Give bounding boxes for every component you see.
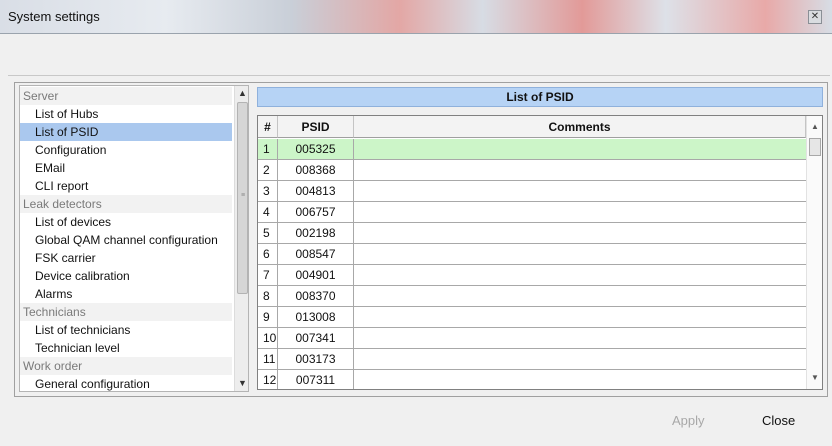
psid-cell[interactable]: 004901 (278, 265, 354, 286)
comment-cell[interactable] (354, 370, 806, 389)
row-number[interactable]: 6 (258, 244, 278, 265)
scroll-thumb[interactable]: ≡ (237, 102, 248, 294)
grid-title: List of PSID (257, 87, 823, 107)
comment-cell[interactable] (354, 286, 806, 307)
comment-cell[interactable] (354, 202, 806, 223)
grid-scrollbar[interactable]: ▲ ▼ (806, 116, 822, 389)
tree-item[interactable]: List of devices (20, 213, 232, 231)
tree-item[interactable]: Technician level (20, 339, 232, 357)
tree-item[interactable]: List of Hubs (20, 105, 232, 123)
row-number[interactable]: 7 (258, 265, 278, 286)
row-number[interactable]: 9 (258, 307, 278, 328)
row-number[interactable]: 2 (258, 160, 278, 181)
tree-item[interactable]: EMail (20, 159, 232, 177)
row-number[interactable]: 1 (258, 139, 278, 160)
row-number[interactable]: 3 (258, 181, 278, 202)
apply-button[interactable]: Apply (672, 413, 705, 428)
tree-item[interactable]: Global QAM channel configuration (20, 231, 232, 249)
row-number[interactable]: 5 (258, 223, 278, 244)
row-number[interactable]: 10 (258, 328, 278, 349)
scroll-down-icon[interactable]: ▼ (235, 376, 248, 391)
settings-tree: Server List of Hubs List of PSID Configurat… (19, 85, 249, 392)
tree-item[interactable]: CLI report (20, 177, 232, 195)
psid-panel: List of PSID # PSID Comments 1 005325 2 00836… (255, 85, 827, 392)
scroll-up-icon[interactable]: ▲ (807, 120, 822, 134)
system-settings-window: System settings ✕ Server List of Hubs List… (0, 0, 832, 446)
comment-cell[interactable] (354, 265, 806, 286)
tree-item[interactable]: Alarms (20, 285, 232, 303)
tree-item[interactable]: General configuration (20, 375, 232, 391)
comment-cell[interactable] (354, 139, 806, 160)
grip-icon: ≡ (241, 192, 246, 199)
psid-cell[interactable]: 008370 (278, 286, 354, 307)
close-button[interactable]: Close (762, 413, 795, 428)
tree-scrollbar[interactable]: ▲ ≡ ▼ (234, 86, 248, 391)
toolbar-area (8, 34, 830, 76)
psid-cell[interactable]: 002198 (278, 223, 354, 244)
column-header[interactable]: # (258, 116, 278, 138)
window-title: System settings (8, 9, 100, 24)
tree-group-header: Leak detectors (20, 195, 232, 213)
comment-cell[interactable] (354, 181, 806, 202)
psid-cell[interactable]: 008547 (278, 244, 354, 265)
scroll-thumb[interactable] (809, 138, 821, 156)
comment-cell[interactable] (354, 160, 806, 181)
tree-group-header: Work order (20, 357, 232, 375)
psid-cell[interactable]: 013008 (278, 307, 354, 328)
title-bar[interactable]: System settings ✕ (0, 0, 832, 34)
tree-item[interactable]: FSK carrier (20, 249, 232, 267)
psid-grid: # PSID Comments 1 005325 2 008368 3 004813 4 0067… (257, 115, 823, 390)
psid-cell[interactable]: 003173 (278, 349, 354, 370)
settings-content: Server List of Hubs List of PSID Configurat… (14, 82, 828, 397)
row-number[interactable]: 12 (258, 370, 278, 389)
tree-item[interactable]: List of technicians (20, 321, 232, 339)
comment-cell[interactable] (354, 223, 806, 244)
psid-cell[interactable]: 007311 (278, 370, 354, 389)
scroll-up-icon[interactable]: ▲ (235, 86, 248, 101)
comment-cell[interactable] (354, 307, 806, 328)
comment-cell[interactable] (354, 328, 806, 349)
tree-item[interactable]: Configuration (20, 141, 232, 159)
comment-cell[interactable] (354, 349, 806, 370)
psid-cell[interactable]: 008368 (278, 160, 354, 181)
tree-item[interactable]: List of PSID (20, 123, 232, 141)
close-icon[interactable]: ✕ (808, 10, 822, 24)
psid-cell[interactable]: 007341 (278, 328, 354, 349)
row-number[interactable]: 8 (258, 286, 278, 307)
row-number[interactable]: 4 (258, 202, 278, 223)
scroll-down-icon[interactable]: ▼ (807, 371, 822, 385)
tree-group-header: Technicians (20, 303, 232, 321)
psid-cell[interactable]: 006757 (278, 202, 354, 223)
column-header[interactable]: PSID (278, 116, 354, 138)
comment-cell[interactable] (354, 244, 806, 265)
row-number[interactable]: 11 (258, 349, 278, 370)
psid-cell[interactable]: 004813 (278, 181, 354, 202)
column-header[interactable]: Comments (354, 116, 806, 138)
psid-cell[interactable]: 005325 (278, 139, 354, 160)
tree-group-header: Server (20, 87, 232, 105)
tree-item[interactable]: Device calibration (20, 267, 232, 285)
